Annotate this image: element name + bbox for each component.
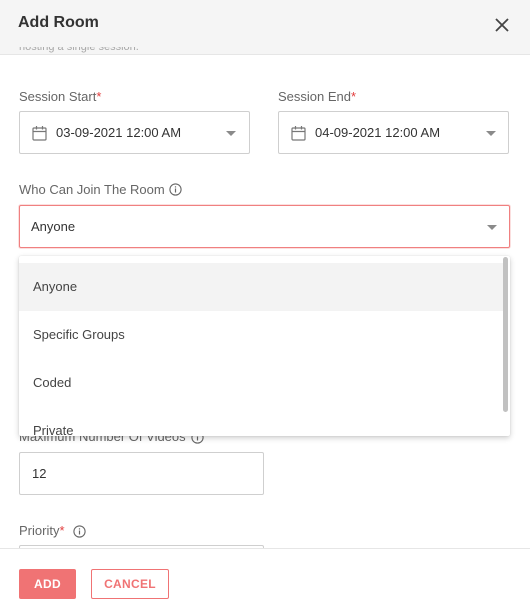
who-can-join-dropdown: Anyone Specific Groups Coded Private <box>19 256 510 436</box>
max-videos-input[interactable]: 12 <box>19 452 264 495</box>
dropdown-option-private[interactable]: Private <box>19 407 503 436</box>
session-end-value: 04-09-2021 12:00 AM <box>315 125 441 140</box>
dropdown-option-specific-groups[interactable]: Specific Groups <box>19 311 503 359</box>
session-start-field[interactable]: 03-09-2021 12:00 AM <box>19 111 250 154</box>
max-videos-value: 12 <box>32 466 47 481</box>
add-button[interactable]: ADD <box>19 569 76 599</box>
scrolled-hint-text: hosting a single session. <box>19 47 139 53</box>
who-can-join-select[interactable]: Anyone <box>19 205 510 248</box>
dialog-footer: ADD CANCEL <box>0 548 530 612</box>
dropdown-option-anyone[interactable]: Anyone <box>19 263 503 311</box>
calendar-icon <box>32 126 47 141</box>
session-start-label: Session Start* <box>19 89 102 104</box>
session-start-value: 03-09-2021 12:00 AM <box>56 125 182 140</box>
info-icon[interactable] <box>73 525 86 538</box>
caret-down-icon <box>226 131 236 136</box>
dropdown-option-coded[interactable]: Coded <box>19 359 503 407</box>
close-icon <box>495 18 509 32</box>
cancel-button[interactable]: CANCEL <box>91 569 169 599</box>
session-end-label: Session End* <box>278 89 357 104</box>
caret-down-icon <box>486 131 496 136</box>
who-can-join-label: Who Can Join The Room <box>19 182 165 197</box>
dialog-title: Add Room <box>18 14 99 31</box>
caret-down-icon <box>487 225 497 230</box>
close-button[interactable] <box>489 12 515 38</box>
session-end-field[interactable]: 04-09-2021 12:00 AM <box>278 111 509 154</box>
who-can-join-value: Anyone <box>31 219 76 234</box>
dropdown-scrollbar[interactable] <box>503 257 508 412</box>
info-icon[interactable] <box>169 183 182 196</box>
priority-label: Priority* <box>19 523 65 538</box>
calendar-icon <box>291 126 306 141</box>
